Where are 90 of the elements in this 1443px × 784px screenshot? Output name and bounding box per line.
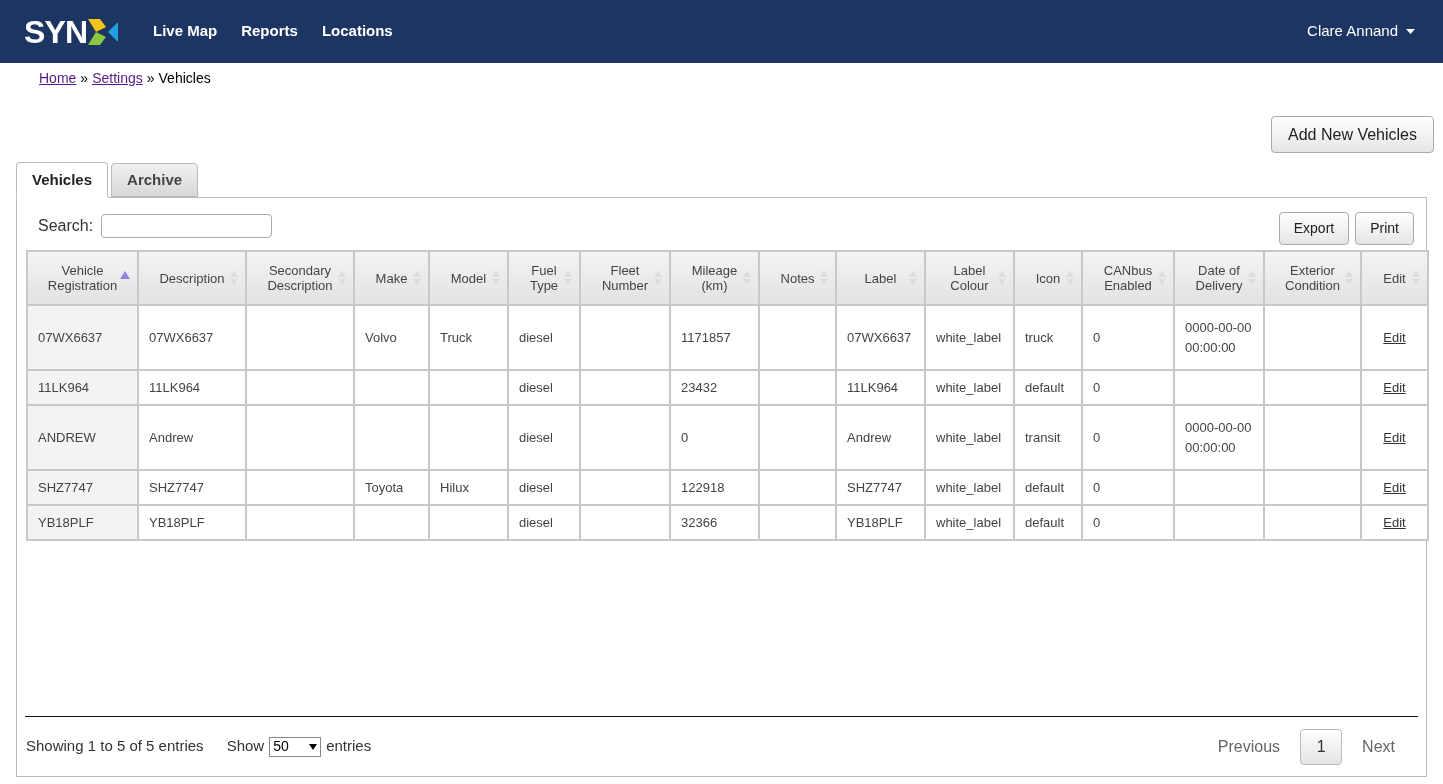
table-cell: YB18PLF [38,514,94,530]
search-label: Search: [38,216,94,236]
table-cell: YB18PLF [149,514,205,530]
table-cell: 0000-00-00 00:00:00 [1185,320,1252,355]
column-header[interactable]: Secondary Description [246,251,354,305]
table-cell: Andrew [149,429,194,445]
breadcrumb-current: Vehicles [158,69,211,88]
tab[interactable]: Vehicles [16,162,109,198]
sort-ascending-icon [120,271,130,279]
caret-icon[interactable] [309,743,318,750]
table-cell: 0000-00-00 00:00:00 [1185,420,1252,455]
table-cell: 07WX6637 [149,329,214,345]
column-header[interactable]: Label [836,251,925,305]
table-cell: Volvo [365,329,397,345]
previous-page-link[interactable]: Previous [1205,734,1293,759]
caret-icon[interactable] [1406,29,1415,34]
table-cell: ANDREW [38,429,96,445]
table-cell: 0 [1093,479,1101,495]
table-cell: white_label [936,379,1002,395]
column-header[interactable]: Model [429,251,508,305]
table-cell: 1171857 [681,329,731,345]
column-header[interactable]: Make [354,251,429,305]
column-header[interactable]: Notes [759,251,836,305]
table-cell: 0 [1093,379,1101,395]
table-cell: SHZ7747 [149,479,204,495]
table-cell: truck [1025,329,1054,345]
breadcrumb-link[interactable]: Home [39,68,77,89]
tab[interactable]: Archive [111,163,199,197]
column-header[interactable]: Label Colour [925,251,1014,305]
column-header[interactable]: CANbus Enabled [1082,251,1174,305]
column-header[interactable]: Exterior Condition [1264,251,1361,305]
nav-link[interactable]: Locations [321,20,393,43]
table-cell: white_label [936,429,1002,445]
table-cell: Andrew [847,429,892,445]
table-action-button[interactable]: Print [1355,212,1414,245]
column-header[interactable]: Icon [1014,251,1082,305]
next-page-link[interactable]: Next [1350,734,1407,759]
search-field[interactable] [101,214,273,238]
table-cell: 0 [681,429,689,445]
column-header[interactable]: Fleet Number [580,251,670,305]
breadcrumb-separator: » [146,69,155,88]
column-header[interactable]: Vehicle Registration [27,251,138,305]
column-header[interactable]: Edit [1361,251,1428,305]
table-cell: 0 [1093,329,1101,345]
table-cell: white_label [936,479,1002,495]
breadcrumb-link[interactable]: Settings [92,68,143,89]
table-cell: default [1025,379,1065,395]
table-info-text: Showing 1 to 5 of 5 entries [25,736,204,757]
page-button[interactable]: 1 [1300,728,1343,765]
table-cell: 11LK964 [149,379,201,395]
add-new-vehicles-button[interactable]: Add New Vehicles [1271,116,1434,153]
user-menu[interactable]: Clare Annand [1307,20,1398,43]
table-cell: 07WX6637 [38,329,103,345]
column-header[interactable]: Fuel Type [508,251,580,305]
table-cell: 11LK964 [38,379,90,395]
logo-text[interactable]: SYN [24,15,88,48]
table-cell: 23432 [681,379,718,395]
column-header[interactable]: Description [138,251,246,305]
table-cell: 0 [1093,429,1101,445]
table-cell: diesel [519,329,553,345]
table-cell: white_label [936,514,1002,530]
table-cell: SHZ7747 [847,479,902,495]
table-cell: 0 [1093,514,1101,530]
table-cell: white_label [936,329,1002,345]
table-cell: diesel [519,479,553,495]
table-cell: default [1025,514,1065,530]
table-cell: Toyota [365,479,404,495]
table-cell: transit [1025,429,1061,445]
breadcrumb-separator: » [80,69,89,88]
nav-link[interactable]: Reports [241,20,298,43]
table-cell: Hilux [440,479,469,495]
table-action-button[interactable]: Export [1278,212,1350,245]
table-cell: 122918 [681,479,725,495]
entries-label: entries [326,736,372,757]
table-cell: 11LK964 [847,379,899,395]
table-cell: 32366 [681,514,718,530]
table-cell: Truck [440,329,473,345]
column-header[interactable]: Date of Delivery [1174,251,1264,305]
table-cell: diesel [519,379,553,395]
table-cell: SHZ7747 [38,479,93,495]
nav-link[interactable]: Live Map [153,20,218,43]
table-cell: diesel [519,429,553,445]
table-cell: default [1025,479,1065,495]
show-label: Show [226,736,265,757]
column-header[interactable]: Mileage (km) [670,251,759,305]
table-cell: 07WX6637 [847,329,912,345]
logo-mark-icon [88,18,119,45]
table-cell: YB18PLF [847,514,903,530]
table-cell: diesel [519,514,553,530]
page-length-select[interactable]: 50 [269,736,322,757]
